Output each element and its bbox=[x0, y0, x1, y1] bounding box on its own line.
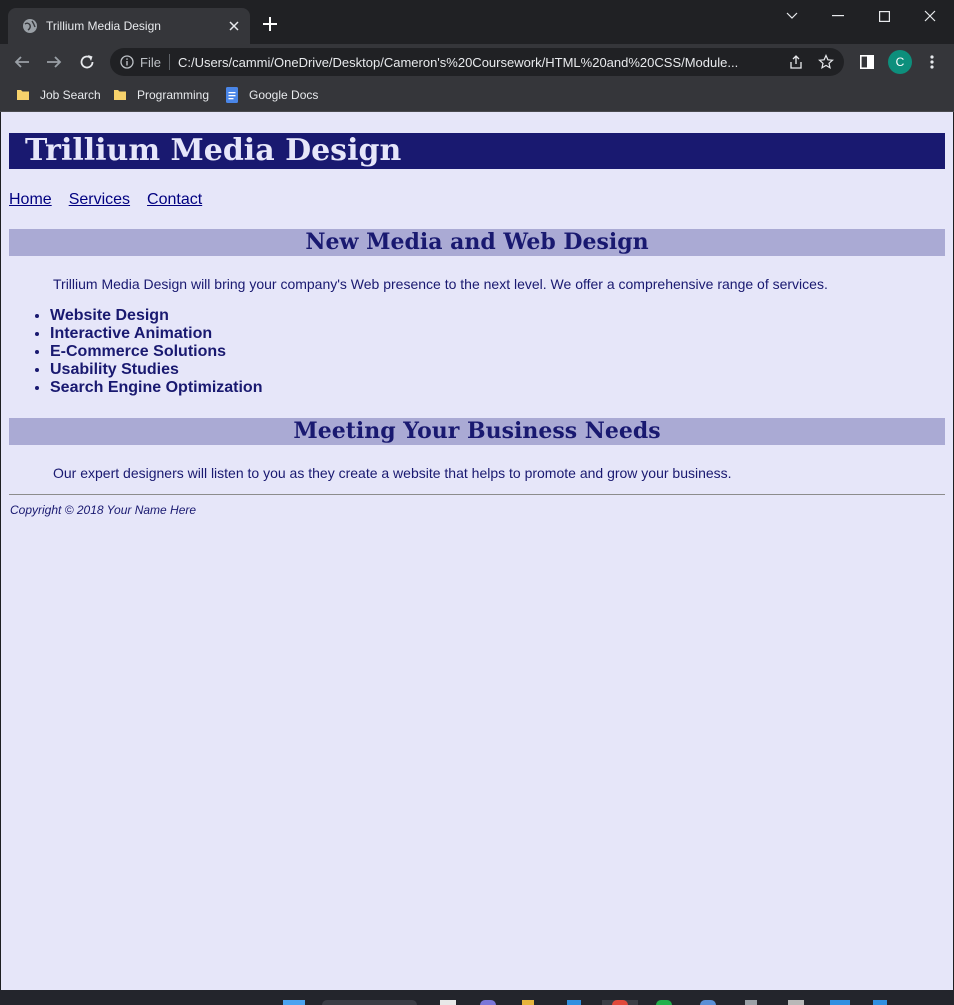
footer-divider bbox=[9, 494, 945, 495]
copyright-text: Copyright © 2018 Your Name Here bbox=[10, 503, 197, 517]
site-header: Trillium Media Design bbox=[9, 133, 945, 169]
arrow-left-icon bbox=[14, 56, 29, 68]
omnibox-separator bbox=[168, 54, 170, 70]
chevron-down-icon bbox=[786, 12, 798, 19]
scheme-label: File bbox=[140, 54, 161, 70]
reload-button[interactable] bbox=[77, 52, 97, 72]
tab-title: Trillium Media Design bbox=[46, 19, 161, 33]
start-button[interactable] bbox=[283, 1000, 305, 1005]
bookmark-programming[interactable]: Programming bbox=[107, 84, 215, 106]
list-item: Interactive Animation bbox=[50, 325, 262, 343]
list-item: Usability Studies bbox=[50, 361, 262, 379]
folder-icon bbox=[17, 90, 29, 100]
share-icon[interactable] bbox=[786, 52, 806, 72]
section-heading-web-design: New Media and Web Design bbox=[9, 229, 945, 256]
services-list: Website Design Interactive Animation E-C… bbox=[10, 307, 262, 397]
taskbar-search[interactable] bbox=[322, 1000, 417, 1005]
taskbar-app[interactable] bbox=[873, 1000, 887, 1005]
list-item: E-Commerce Solutions bbox=[50, 343, 262, 361]
address-bar[interactable]: File C:/Users/cammi/OneDrive/Desktop/Cam… bbox=[110, 48, 844, 76]
taskbar-app[interactable] bbox=[522, 1000, 534, 1005]
url-text[interactable]: C:/Users/cammi/OneDrive/Desktop/Cameron'… bbox=[178, 55, 776, 70]
taskbar-app[interactable] bbox=[480, 1000, 496, 1005]
taskbar-app[interactable] bbox=[700, 1000, 716, 1005]
browser-tab[interactable]: Trillium Media Design bbox=[8, 8, 250, 44]
forward-button[interactable] bbox=[44, 52, 64, 72]
taskbar-app[interactable] bbox=[440, 1000, 456, 1005]
taskbar-app[interactable] bbox=[745, 1000, 757, 1005]
nav-link-contact[interactable]: Contact bbox=[147, 191, 202, 208]
maximize-icon bbox=[878, 10, 890, 22]
google-docs-icon bbox=[226, 87, 238, 103]
site-nav: Home Services Contact bbox=[9, 190, 219, 210]
close-icon bbox=[924, 10, 936, 22]
taskbar-app[interactable] bbox=[788, 1000, 804, 1005]
section-heading-business-needs: Meeting Your Business Needs bbox=[9, 418, 945, 445]
arrow-right-icon bbox=[47, 56, 62, 68]
tab-search-button[interactable] bbox=[770, 4, 814, 28]
nav-link-services[interactable]: Services bbox=[69, 191, 130, 208]
bookmark-google-docs[interactable]: Google Docs bbox=[219, 84, 324, 106]
kebab-menu-icon bbox=[930, 55, 934, 69]
list-item: Website Design bbox=[50, 307, 262, 325]
minimize-icon bbox=[832, 15, 844, 17]
side-panel-button[interactable] bbox=[857, 52, 877, 72]
minimize-button[interactable] bbox=[816, 4, 860, 28]
bookmark-label: Job Search bbox=[40, 88, 101, 102]
bookmark-label: Google Docs bbox=[249, 88, 319, 102]
close-tab-icon[interactable] bbox=[226, 18, 242, 34]
reload-icon bbox=[80, 55, 94, 69]
bookmarks-bar: Job Search Programming Google Docs bbox=[0, 80, 954, 112]
taskbar-app[interactable] bbox=[656, 1000, 672, 1005]
browser-toolbar: File C:/Users/cammi/OneDrive/Desktop/Cam… bbox=[0, 44, 954, 80]
list-item: Search Engine Optimization bbox=[50, 379, 262, 397]
os-taskbar bbox=[0, 990, 954, 1005]
browser-titlebar: Trillium Media Design bbox=[0, 0, 954, 44]
info-icon[interactable] bbox=[120, 55, 134, 69]
profile-avatar[interactable]: C bbox=[888, 50, 912, 74]
bookmark-job-search[interactable]: Job Search bbox=[10, 84, 107, 106]
nav-link-home[interactable]: Home bbox=[9, 191, 52, 208]
page-viewport: Trillium Media Design Home Services Contac… bbox=[1, 112, 953, 990]
bookmark-star-icon[interactable] bbox=[816, 52, 836, 72]
bookmark-label: Programming bbox=[137, 88, 210, 102]
close-window-button[interactable] bbox=[908, 4, 952, 28]
taskbar-app[interactable] bbox=[612, 1000, 628, 1005]
new-tab-button[interactable] bbox=[260, 14, 280, 34]
side-panel-icon bbox=[860, 55, 874, 69]
intro-paragraph: Trillium Media Design will bring your co… bbox=[53, 276, 828, 292]
taskbar-app[interactable] bbox=[830, 1000, 850, 1005]
browser-menu-button[interactable] bbox=[922, 52, 942, 72]
taskbar-app[interactable] bbox=[567, 1000, 581, 1005]
back-button[interactable] bbox=[12, 52, 32, 72]
site-title: Trillium Media Design bbox=[25, 133, 402, 168]
maximize-button[interactable] bbox=[862, 4, 906, 28]
business-paragraph: Our expert designers will listen to you … bbox=[53, 465, 732, 481]
folder-icon bbox=[114, 90, 126, 100]
plus-icon bbox=[263, 17, 277, 31]
globe-icon bbox=[23, 19, 37, 33]
